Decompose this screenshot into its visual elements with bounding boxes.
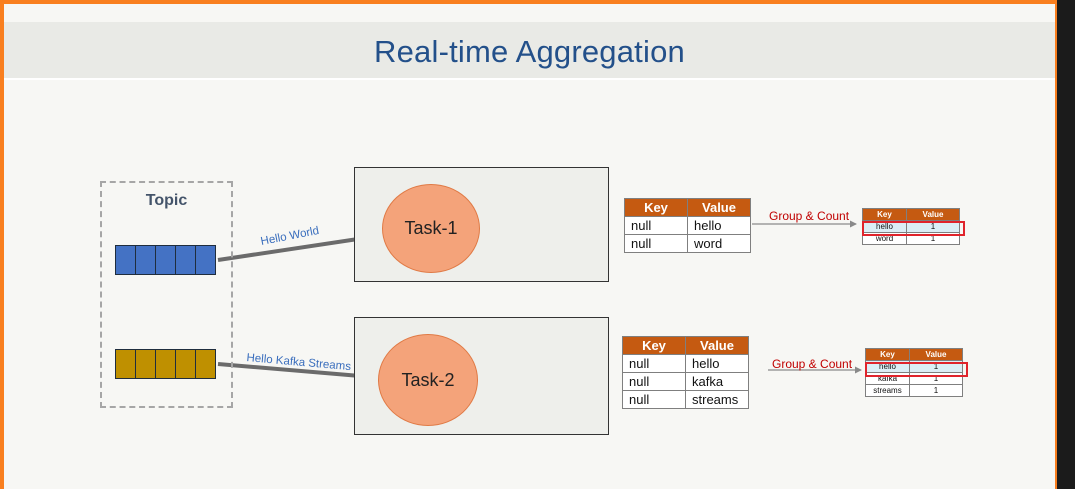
task-2-label: Task-2 (401, 369, 455, 390)
table-cell: kafka (685, 372, 749, 391)
task-1-label: Task-1 (404, 218, 458, 238)
table-row: null hello (624, 216, 751, 235)
task-2-node: Task-2 (378, 334, 478, 426)
table-cell: word (687, 234, 751, 253)
task-1-node: Task-1 (382, 184, 480, 273)
table-header-row: Key Value (865, 348, 963, 361)
table-row: streams 1 (865, 384, 963, 397)
table-cell: streams (685, 390, 749, 409)
table-header-row: Key Value (622, 336, 749, 355)
partition-cell (136, 246, 156, 274)
column-header-value: Value (685, 336, 749, 355)
column-header-key: Key (622, 336, 686, 355)
group-count-label-2: Group & Count (772, 357, 853, 371)
table-header-row: Key Value (862, 208, 960, 221)
table-cell: null (622, 354, 686, 373)
column-header-key: Key (624, 198, 688, 217)
partition-cell (156, 246, 176, 274)
table-cell: null (622, 390, 686, 409)
input-table-2: Key Value null hello null kafka null str… (622, 336, 749, 409)
table-row: null word (624, 234, 751, 253)
group-count-label-1: Group & Count (769, 209, 850, 223)
partition-cell (156, 350, 176, 378)
partition-cell (196, 350, 215, 378)
partition-cell (136, 350, 156, 378)
partition-cell (116, 350, 136, 378)
table-header-row: Key Value (624, 198, 751, 217)
table-cell: null (622, 372, 686, 391)
topic-partition-1 (115, 245, 216, 275)
table-row: null hello (622, 354, 749, 373)
topic-partition-2 (115, 349, 216, 379)
partition-cell (176, 350, 196, 378)
column-header-value: Value (909, 348, 963, 361)
table-cell: streams (865, 384, 910, 397)
column-header-value: Value (906, 208, 960, 221)
input-table-1: Key Value null hello null word (624, 198, 751, 253)
table-cell: 1 (909, 384, 963, 397)
column-header-key: Key (862, 208, 907, 221)
partition-cell (176, 246, 196, 274)
table-cell: hello (685, 354, 749, 373)
table-cell: hello (687, 216, 751, 235)
table-row: null kafka (622, 372, 749, 391)
column-header-value: Value (687, 198, 751, 217)
partition-cell (196, 246, 215, 274)
topic-label: Topic (145, 192, 188, 209)
table-cell: null (624, 234, 688, 253)
table-cell: null (624, 216, 688, 235)
slide: Real-time Aggregation Topic Hello World … (4, 4, 1055, 489)
result-highlight-2 (865, 362, 968, 377)
table-row: null streams (622, 390, 749, 409)
result-highlight-1 (862, 221, 965, 236)
partition-cell (116, 246, 136, 274)
column-header-key: Key (865, 348, 910, 361)
